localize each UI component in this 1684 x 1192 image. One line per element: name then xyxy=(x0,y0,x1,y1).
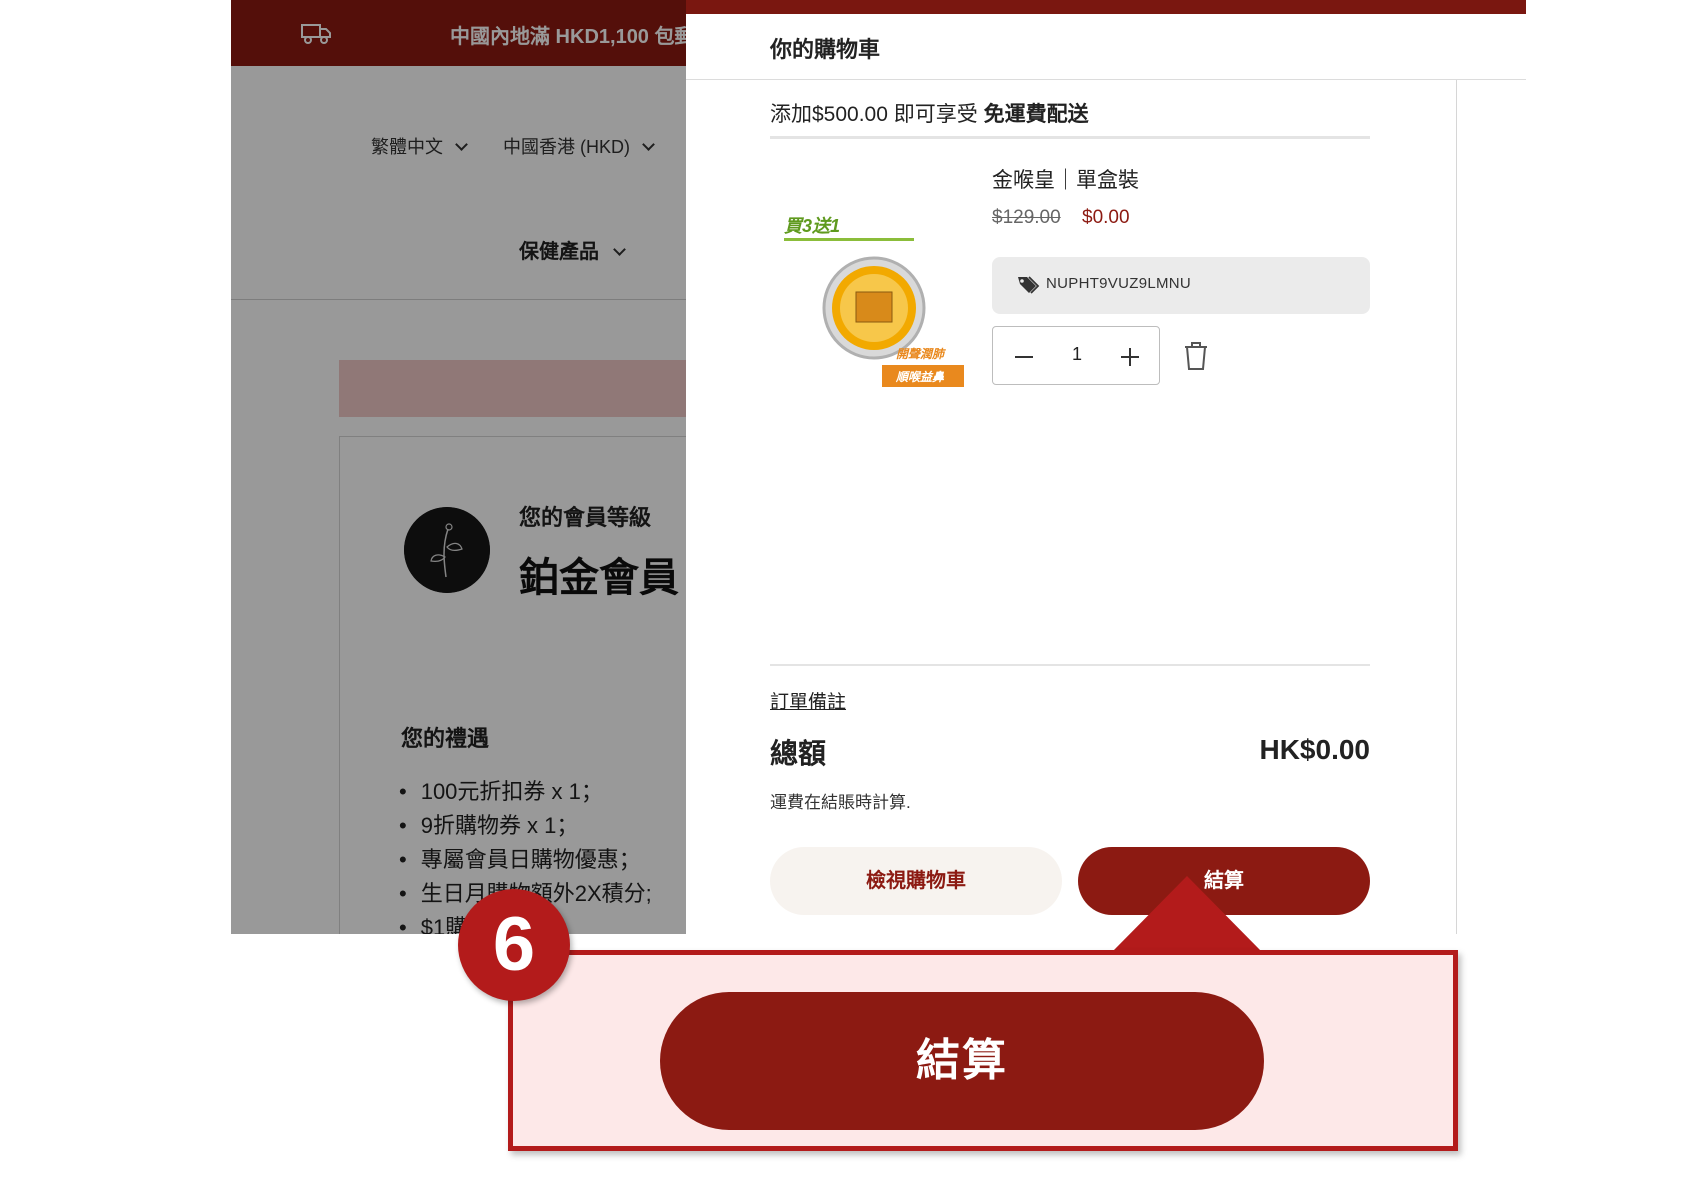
drawer-top-strip xyxy=(686,0,1526,14)
trash-icon[interactable] xyxy=(1182,340,1210,372)
free-shipping-message: 添加$500.00 即可享受 免運費配送 xyxy=(770,98,1089,128)
background-site: 中國內地滿 HKD1,100 包郵 繁體中文 中國香港 (HKD) 保健產品 您… xyxy=(231,0,686,934)
quantity-value[interactable]: 1 xyxy=(1065,344,1089,365)
shipping-progress-bar xyxy=(770,136,1370,139)
summary-divider xyxy=(770,664,1370,666)
overlay-dimmer[interactable] xyxy=(231,0,686,934)
product-name[interactable]: 金喉皇｜單盒裝 xyxy=(992,164,1139,194)
view-cart-button[interactable]: 檢視購物車 xyxy=(770,847,1062,915)
tag-icon xyxy=(1018,276,1040,294)
shipping-note: 運費在結賬時計算. xyxy=(770,793,911,812)
callout-pointer-arrow xyxy=(1112,876,1262,952)
free-shipping-prefix: 添加$500.00 即可享受 xyxy=(770,103,984,126)
order-note-link[interactable]: 訂單備註 xyxy=(770,687,846,714)
product-image-promo: 買3送1 xyxy=(784,216,840,236)
product-image[interactable]: 買3送1 開聲潤肺 順喉益鼻 xyxy=(784,210,964,410)
callout-checkout-button: 結算 xyxy=(660,992,1264,1130)
free-shipping-highlight: 免運費配送 xyxy=(983,103,1089,126)
product-image-caption-1: 開聲潤肺 xyxy=(896,347,946,361)
price-original: $129.00 xyxy=(992,207,1061,228)
total-value: HK$0.00 xyxy=(1259,734,1370,765)
cart-drawer: 你的購物車 添加$500.00 即可享受 免運費配送 買3送1 開聲潤肺 順喉益… xyxy=(686,14,1526,934)
total-label: 總額 xyxy=(770,738,827,769)
cart-title: 你的購物車 xyxy=(770,37,881,62)
step-number-badge: 6 xyxy=(458,889,570,1001)
drawer-divider xyxy=(1456,80,1457,934)
plus-icon[interactable] xyxy=(1117,344,1143,370)
discount-code: NUPHT9VUZ9LMNU xyxy=(1046,275,1192,292)
quantity-stepper: 1 xyxy=(992,326,1160,385)
product-image-caption-2: 順喉益鼻 xyxy=(895,370,945,384)
cart-header: 你的購物車 xyxy=(686,14,1526,80)
discount-code-badge: NUPHT9VUZ9LMNU xyxy=(992,257,1370,314)
price-current: $0.00 xyxy=(1082,207,1130,228)
minus-icon[interactable] xyxy=(1011,344,1037,370)
